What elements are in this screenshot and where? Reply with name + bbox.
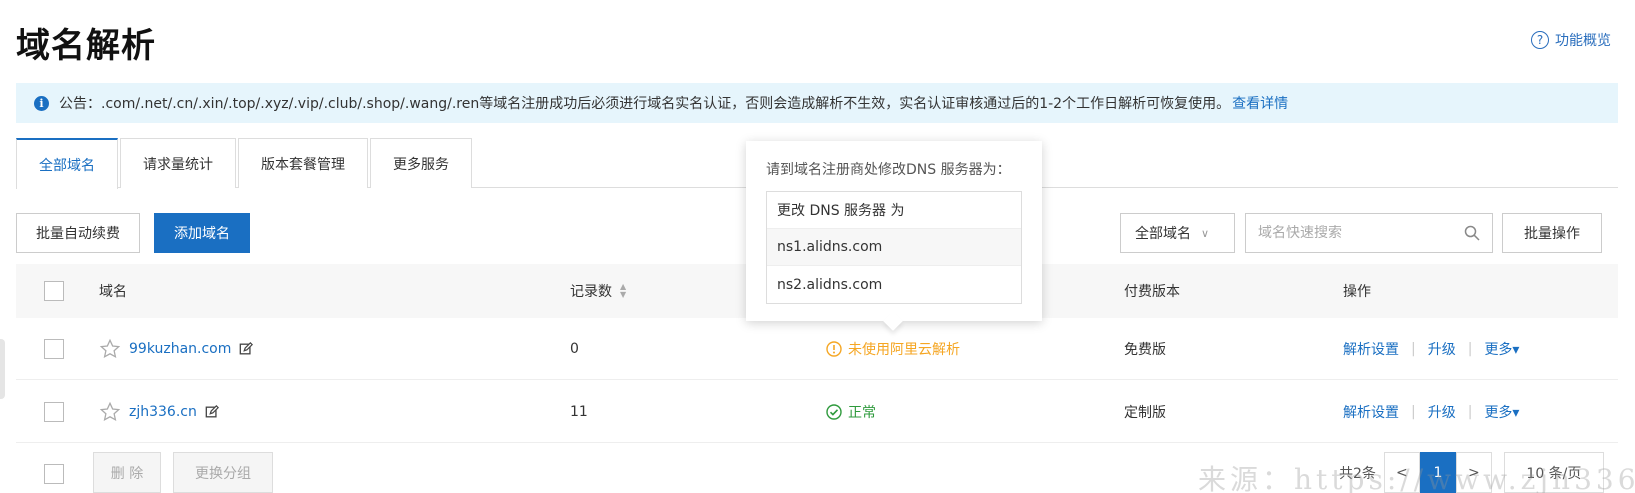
dns-server-list: 更改 DNS 服务器 为 ns1.alidns.com ns2.alidns.c…	[766, 191, 1022, 304]
domain-search-input[interactable]	[1258, 225, 1464, 241]
prev-page-button[interactable]: <	[1383, 452, 1420, 493]
delete-button[interactable]: 删 除	[93, 452, 161, 493]
side-edge-tab[interactable]	[0, 339, 5, 399]
help-icon: ?	[1531, 31, 1549, 49]
divider: |	[1467, 404, 1473, 420]
domain-filter-select[interactable]: 全部域名 ∨	[1120, 213, 1235, 253]
divider: |	[1467, 341, 1473, 357]
dns-server-ns1: ns1.alidns.com	[767, 229, 1021, 266]
sort-icon: ▲ ▼	[620, 282, 627, 299]
row-checkbox[interactable]	[44, 339, 64, 359]
status-badge: 正常	[826, 381, 876, 443]
upgrade-link[interactable]: 升级	[1428, 402, 1456, 422]
star-icon[interactable]	[99, 401, 121, 423]
check-circle-icon	[826, 404, 842, 420]
tab-version-plans[interactable]: 版本套餐管理	[238, 138, 368, 188]
batch-auto-renew-button[interactable]: 批量自动续费	[16, 213, 140, 253]
dns-change-label: 更改 DNS 服务器 为	[767, 192, 1021, 229]
next-page-button[interactable]: >	[1455, 452, 1492, 493]
header-records-label: 记录数	[570, 284, 612, 300]
tab-request-stats[interactable]: 请求量统计	[120, 138, 236, 188]
footer-select-all-checkbox[interactable]	[44, 464, 64, 484]
domain-search-box	[1245, 213, 1493, 253]
chevron-down-icon: ∨	[1201, 226, 1210, 240]
feature-overview-link[interactable]: ? 功能概览	[1531, 30, 1611, 50]
more-dropdown[interactable]: 更多▾	[1484, 402, 1519, 422]
header-records[interactable]: 记录数 ▲ ▼	[570, 264, 626, 318]
tab-all-domains[interactable]: 全部域名	[16, 138, 118, 189]
status-text: 未使用阿里云解析	[848, 342, 960, 358]
tab-more-services[interactable]: 更多服务	[370, 138, 472, 188]
paid-version: 定制版	[1124, 405, 1166, 421]
header-domain: 域名	[99, 284, 127, 300]
record-count: 0	[570, 341, 579, 357]
notice-text: 公告：.com/.net/.cn/.xin/.top/.xyz/.vip/.cl…	[59, 96, 1231, 112]
row-checkbox[interactable]	[44, 402, 64, 422]
add-domain-button[interactable]: 添加域名	[154, 213, 250, 253]
notice-details-link[interactable]: 查看详情	[1232, 93, 1288, 113]
dns-server-ns2: ns2.alidns.com	[777, 276, 883, 293]
more-dropdown[interactable]: 更多▾	[1484, 339, 1519, 359]
page-size-select[interactable]: 10 条/页	[1503, 452, 1604, 493]
dns-server-popover: 请到域名注册商处修改DNS 服务器为： 更改 DNS 服务器 为 ns1.ali…	[746, 141, 1042, 321]
notice-banner: i 公告：.com/.net/.cn/.xin/.top/.xyz/.vip/.…	[16, 83, 1618, 123]
info-icon: i	[34, 95, 49, 111]
header-actions: 操作	[1343, 284, 1371, 300]
page-1-button[interactable]: 1	[1419, 452, 1456, 493]
resolve-settings-link[interactable]: 解析设置	[1343, 339, 1399, 359]
table-row: 99kuzhan.com 0 未使用阿里云解析 免费版 解析设置 | 升级 | …	[16, 318, 1618, 380]
select-all-checkbox[interactable]	[44, 281, 64, 301]
domain-link[interactable]: zjh336.cn	[129, 404, 197, 420]
header-version: 付费版本	[1124, 284, 1180, 300]
domain-filter-value: 全部域名	[1135, 226, 1191, 242]
edit-icon[interactable]	[205, 405, 219, 419]
star-icon[interactable]	[99, 338, 121, 360]
change-group-button[interactable]: 更换分组	[173, 452, 273, 493]
table-row: zjh336.cn 11 正常 定制版 解析设置 | 升级 | 更多▾	[16, 381, 1618, 443]
popover-title: 请到域名注册商处修改DNS 服务器为：	[766, 162, 1011, 178]
search-icon[interactable]	[1464, 225, 1480, 241]
upgrade-link[interactable]: 升级	[1428, 339, 1456, 359]
resolve-settings-link[interactable]: 解析设置	[1343, 402, 1399, 422]
total-count: 共2条	[1339, 465, 1376, 482]
feature-overview-label: 功能概览	[1555, 33, 1611, 49]
record-count: 11	[570, 404, 588, 420]
batch-operations-button[interactable]: 批量操作	[1502, 213, 1602, 253]
status-text: 正常	[848, 405, 876, 421]
paid-version: 免费版	[1124, 342, 1166, 358]
pagination: 共2条 < 1 > 10 条/页	[1339, 452, 1604, 493]
edit-icon[interactable]	[239, 342, 254, 356]
divider: |	[1411, 404, 1416, 420]
warning-icon	[826, 341, 842, 357]
domain-link[interactable]: 99kuzhan.com	[129, 341, 231, 357]
divider: |	[1411, 341, 1416, 357]
page-title: 域名解析	[16, 26, 156, 66]
